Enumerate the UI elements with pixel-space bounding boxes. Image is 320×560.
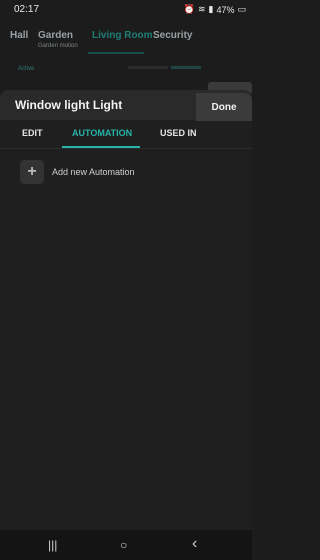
recent-apps-icon[interactable]: ||| [48, 538, 57, 552]
wifi-icon: ≋ [197, 4, 206, 14]
battery-icon: ▭ [237, 4, 246, 14]
sheet-title: Window light Light [15, 98, 123, 112]
bottom-sheet: Window light Light Done EDIT AUTOMATION … [0, 90, 252, 530]
back-icon[interactable]: ‹ [192, 535, 197, 553]
sheet-header: Window light Light Done [0, 90, 252, 121]
tab-garden[interactable]: Garden [38, 30, 73, 41]
plus-icon: + [20, 160, 44, 184]
sheet-tabs: EDIT AUTOMATION USED IN [0, 120, 252, 148]
tab-automation[interactable]: AUTOMATION [72, 128, 132, 138]
tab-living-room[interactable]: Living Room [92, 30, 153, 41]
system-nav-bar: ||| ○ ‹ [0, 530, 252, 560]
background-bar [128, 66, 168, 69]
done-button[interactable]: Done [196, 93, 252, 121]
alarm-icon: ⏰ [183, 4, 195, 14]
room-tabs: Hall Garden Garden motion Living Room Se… [0, 22, 252, 54]
status-time: 02:17 [14, 4, 40, 15]
tab-used-in[interactable]: USED IN [160, 128, 197, 138]
home-icon[interactable]: ○ [120, 538, 127, 552]
tab-garden-sub: Garden motion [38, 43, 78, 49]
add-automation-label: Add new Automation [52, 167, 135, 177]
tab-security[interactable]: Security [153, 30, 192, 41]
background-hint: Active [18, 66, 35, 72]
status-icons: ⏰ ≋ ▮ 47% ▭ [184, 4, 246, 15]
battery-percentage: 47% [216, 4, 235, 15]
add-automation-row[interactable]: + Add new Automation [20, 160, 135, 184]
room-tab-indicator [88, 52, 144, 54]
signal-icon: ▮ [208, 4, 214, 14]
background-bar-accent [171, 66, 201, 69]
tab-hall[interactable]: Hall [10, 30, 28, 41]
status-bar: 02:17 ⏰ ≋ ▮ 47% ▭ [0, 0, 252, 20]
tabs-divider [0, 148, 252, 149]
tab-edit[interactable]: EDIT [22, 128, 43, 138]
